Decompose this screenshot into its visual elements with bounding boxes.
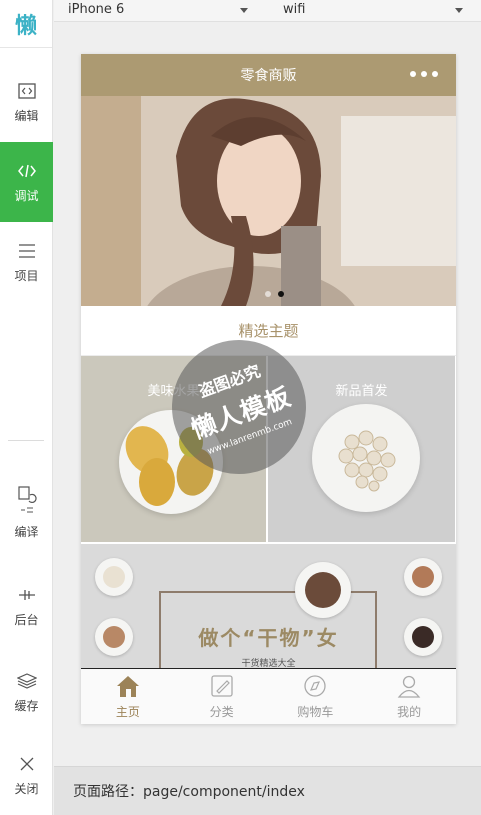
more-icon[interactable] <box>410 71 438 77</box>
tool-backend[interactable]: 后台 <box>0 566 53 646</box>
menu-lines-icon <box>17 241 37 261</box>
tool-cache-label: 缓存 <box>14 698 39 713</box>
page-title: 零食商贩 <box>240 68 297 84</box>
snack-plate-image <box>404 558 442 596</box>
carousel-indicators <box>265 291 284 297</box>
banner-carousel[interactable] <box>81 96 456 306</box>
user-icon <box>397 675 421 698</box>
tool-compile-label: 编译 <box>14 524 39 539</box>
tab-bar: 主页 分类 购物车 我的 <box>81 668 456 724</box>
snack-plate-image <box>95 558 133 596</box>
tool-edit[interactable]: 编辑 <box>0 62 53 142</box>
nuts-plate-image <box>312 404 420 512</box>
tool-close-label: 关闭 <box>14 781 39 796</box>
sidebar-divider <box>8 440 44 441</box>
device-select[interactable]: iPhone 6 <box>68 2 248 17</box>
promo-headline: 做个“干物”女 <box>198 626 339 650</box>
tool-debug-label: 调试 <box>14 188 39 203</box>
device-select-value: iPhone 6 <box>68 2 125 17</box>
backend-icon <box>17 585 37 605</box>
tool-cache[interactable]: 缓存 <box>0 652 53 732</box>
network-select[interactable]: wifi <box>283 2 463 17</box>
app-logo: 懒 <box>0 0 52 48</box>
home-icon <box>116 676 139 697</box>
tool-compile[interactable]: 编译 <box>0 470 53 554</box>
layers-icon <box>16 671 37 691</box>
chevron-down-icon <box>240 8 248 13</box>
page-path: 页面路径：page/component/index <box>73 784 305 800</box>
promo-banner[interactable]: 做个“干物”女 干货精选大全 <box>81 544 456 669</box>
carousel-dot-active[interactable] <box>278 291 284 297</box>
tab-cart[interactable]: 购物车 <box>269 669 363 724</box>
tab-category-label: 分类 <box>209 705 234 719</box>
nav-bar: 零食商贩 <box>81 54 456 96</box>
tab-category[interactable]: 分类 <box>175 669 269 724</box>
tool-backend-label: 后台 <box>14 612 39 627</box>
close-icon <box>17 754 37 774</box>
edit-icon <box>210 675 233 697</box>
tool-debug[interactable]: 调试 <box>0 142 53 222</box>
tool-close[interactable]: 关闭 <box>0 735 53 815</box>
network-select-value: wifi <box>283 2 306 17</box>
compass-icon <box>304 675 327 697</box>
mushroom-plate-image <box>295 562 351 618</box>
tab-home[interactable]: 主页 <box>81 669 175 724</box>
tool-project[interactable]: 项目 <box>0 222 53 302</box>
compile-icon <box>17 485 37 517</box>
banner-image <box>81 96 456 306</box>
page-path-bar: 页面路径：page/component/index <box>54 766 481 815</box>
simulator-toolbar: iPhone 6 wifi <box>54 0 481 22</box>
tab-profile[interactable]: 我的 <box>362 669 456 724</box>
code-file-icon <box>17 81 37 101</box>
carousel-dot[interactable] <box>265 291 271 297</box>
tab-home-label: 主页 <box>115 705 140 719</box>
sidebar: 懒 编辑 调试 项目 编译 后台 缓存 关闭 <box>0 0 53 815</box>
tool-edit-label: 编辑 <box>14 108 39 123</box>
chevron-down-icon <box>455 8 463 13</box>
code-icon <box>17 161 37 181</box>
tool-project-label: 项目 <box>14 268 39 283</box>
tab-cart-label: 购物车 <box>297 705 334 719</box>
tab-profile-label: 我的 <box>397 705 422 719</box>
